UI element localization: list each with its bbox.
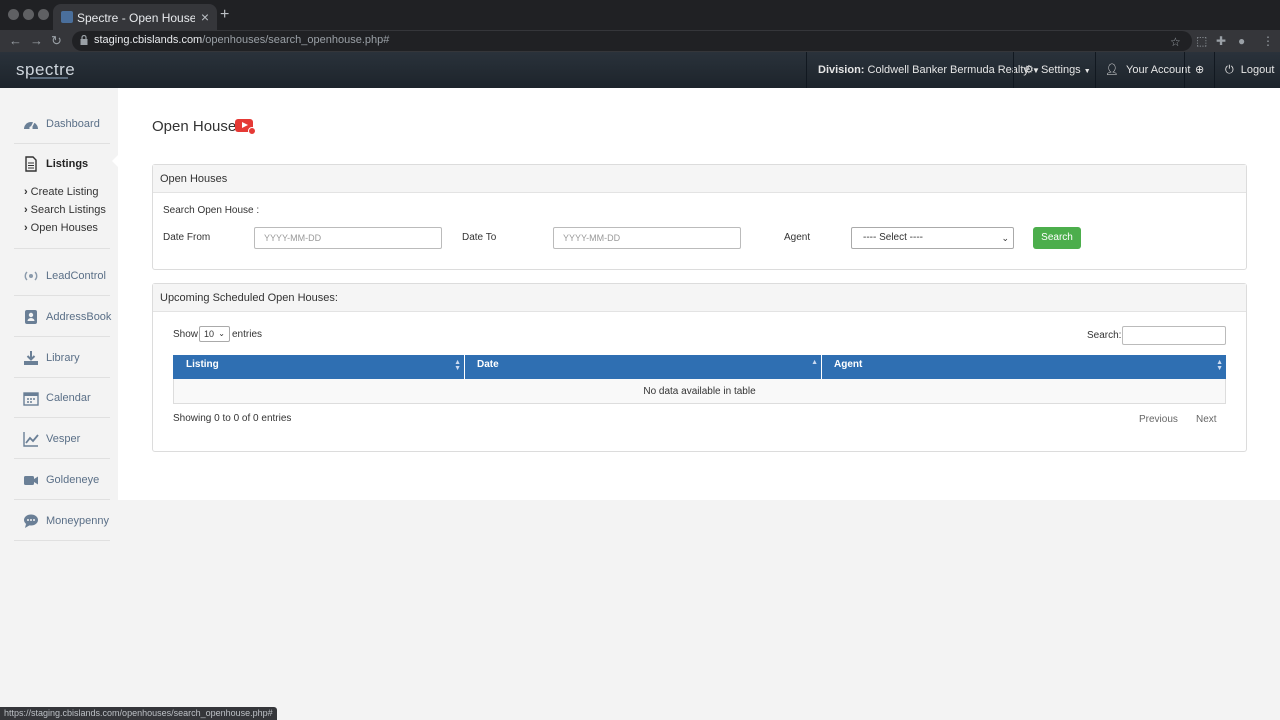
select-caret-icon: ⌄ — [1001, 233, 1009, 243]
sidebar-divider — [14, 248, 110, 249]
empty-table-message: No data available in table — [643, 386, 756, 397]
logout-link[interactable]: ⏻ Logout — [1214, 52, 1280, 88]
sidebar-item-calendar[interactable]: Calendar — [14, 378, 110, 418]
browser-toolbar: ← → ↻ staging.cbislands.com/openhouses/s… — [0, 30, 1280, 52]
panel-heading: Open Houses — [153, 165, 1246, 193]
reload-icon[interactable]: ↻ — [51, 33, 62, 49]
entries-select[interactable]: 10 ⌄ — [199, 326, 230, 342]
search-subheading: Search Open House : — [163, 205, 260, 216]
minimize-window-icon[interactable] — [23, 9, 34, 20]
previous-page-button[interactable]: Previous — [1139, 414, 1178, 425]
address-book-icon — [25, 310, 37, 324]
sidebar-item-vesper[interactable]: Vesper — [14, 419, 110, 459]
sidebar-item-listings[interactable]: Listings — [14, 144, 110, 184]
date-to-input[interactable]: YYYY-MM-DD — [553, 227, 741, 249]
notification-dot-icon — [248, 127, 256, 135]
page-title: Open Houses — [152, 118, 244, 135]
favicon-icon — [61, 11, 73, 23]
sort-asc-icon: ▲ — [811, 359, 818, 366]
column-agent[interactable]: Agent ▲ ▼ — [822, 355, 1226, 379]
sidebar-item-moneypenny[interactable]: Moneypenny — [14, 501, 110, 541]
select-caret-icon: ⌄ — [218, 329, 225, 338]
main-content: Open Houses Open Houses Search Open Hous… — [118, 88, 1280, 500]
table-search-label: Search: — [1087, 330, 1122, 341]
forward-icon[interactable]: → — [30, 33, 43, 48]
search-panel: Open Houses Search Open House : Date Fro… — [152, 164, 1247, 270]
division-dropdown[interactable]: Division: Coldwell Banker Bermuda Realty… — [806, 52, 1040, 88]
settings-label: Settings — [1040, 64, 1081, 76]
link-status-bar: https://staging.cbislands.com/openhouses… — [0, 707, 277, 720]
sidebar-subitem-search-listings[interactable]: › Search Listings — [24, 204, 106, 216]
sort-icon: ▲ ▼ — [1216, 359, 1223, 372]
sidebar-subitem-open-houses[interactable]: › Open Houses — [24, 222, 98, 234]
logout-label: Logout — [1240, 64, 1275, 76]
chat-bubble-icon — [24, 514, 38, 528]
bookmark-star-icon[interactable]: ☆ — [1170, 35, 1181, 49]
sidebar-subitem-create-listing[interactable]: › Create Listing — [24, 186, 99, 198]
table-row: No data available in table — [173, 379, 1226, 404]
url-text: staging.cbislands.com/openhouses/search_… — [94, 34, 390, 46]
address-bar[interactable]: staging.cbislands.com/openhouses/search_… — [72, 31, 1192, 51]
dashboard-icon — [24, 121, 38, 130]
user-icon: 👤︎ — [1105, 64, 1119, 76]
account-label: Your Account — [1126, 64, 1191, 76]
globe-button[interactable]: ⊕ — [1184, 52, 1214, 88]
sort-icon: ▲ ▼ — [454, 359, 461, 372]
chevron-right-icon: › — [24, 186, 28, 198]
app-header: spectre Division: Coldwell Banker Bermud… — [0, 52, 1280, 88]
column-listing[interactable]: Listing ▲ ▼ — [173, 355, 465, 379]
division-value: Coldwell Banker Bermuda Realty — [867, 64, 1029, 76]
video-camera-icon — [24, 476, 38, 485]
settings-menu[interactable]: ⚙ Settings ▼ — [1013, 52, 1095, 88]
show-label: Show — [173, 329, 199, 340]
extension-icon[interactable]: ⬚ — [1196, 34, 1207, 48]
division-label: Division: — [818, 64, 865, 76]
browser-tabbar: Spectre - Open Houses / Open Houses × + — [0, 0, 1280, 30]
tab-title: Spectre - Open Houses / Open Houses — [77, 11, 195, 25]
close-tab-icon[interactable]: × — [201, 9, 209, 25]
menu-dots-icon[interactable]: ⋮ — [1262, 34, 1274, 48]
maximize-window-icon[interactable] — [38, 9, 49, 20]
globe-icon: ⊕ — [1195, 64, 1205, 76]
document-icon — [25, 156, 37, 172]
column-date[interactable]: Date ▲ — [465, 355, 822, 379]
upcoming-panel: Upcoming Scheduled Open Houses: Show 10 … — [152, 283, 1247, 452]
close-window-icon[interactable] — [8, 9, 19, 20]
sidebar-item-library[interactable]: Library — [14, 338, 110, 378]
sidebar: Dashboard Listings › Create Listing › Sear… — [0, 88, 118, 720]
power-icon: ⏻ — [1225, 64, 1234, 76]
chevron-right-icon: › — [24, 204, 28, 216]
line-chart-icon — [23, 432, 39, 447]
chevron-right-icon: › — [24, 222, 28, 234]
date-from-label: Date From — [163, 232, 211, 243]
download-icon — [24, 351, 38, 365]
agent-select[interactable]: ---- Select ---- ⌄ — [851, 227, 1014, 249]
sidebar-item-leadcontrol[interactable]: LeadControl — [14, 256, 110, 296]
sidebar-item-dashboard[interactable]: Dashboard — [14, 104, 110, 144]
entries-label: entries — [232, 329, 263, 340]
table-info: Showing 0 to 0 of 0 entries — [173, 413, 292, 424]
agent-label: Agent — [784, 232, 811, 243]
profile-icon[interactable]: ● — [1238, 34, 1245, 48]
new-tab-icon[interactable]: + — [220, 6, 229, 24]
calendar-icon — [23, 392, 39, 406]
date-to-label: Date To — [462, 232, 497, 243]
your-account-link[interactable]: 👤︎ Your Account — [1095, 52, 1190, 88]
date-from-input[interactable]: YYYY-MM-DD — [254, 227, 442, 249]
gears-icon: ⚙ — [1024, 64, 1034, 76]
panel-heading: Upcoming Scheduled Open Houses: — [153, 284, 1246, 312]
next-page-button[interactable]: Next — [1196, 414, 1217, 425]
caret-down-icon: ▼ — [1083, 68, 1091, 75]
search-button[interactable]: Search — [1033, 227, 1081, 249]
broadcast-icon — [24, 271, 38, 281]
browser-tab[interactable]: Spectre - Open Houses / Open Houses × — [53, 4, 217, 30]
puzzle-icon[interactable]: ✚ — [1216, 34, 1226, 48]
table-search-input[interactable] — [1122, 326, 1226, 345]
logo-tagline — [30, 77, 68, 79]
lock-icon — [80, 35, 88, 45]
sidebar-item-addressbook[interactable]: AddressBook — [14, 297, 111, 337]
sidebar-item-goldeneye[interactable]: Goldeneye — [14, 460, 110, 500]
table-header: Listing ▲ ▼ Date ▲ Agent ▲ ▼ — [173, 355, 1226, 379]
back-icon[interactable]: ← — [9, 33, 22, 48]
